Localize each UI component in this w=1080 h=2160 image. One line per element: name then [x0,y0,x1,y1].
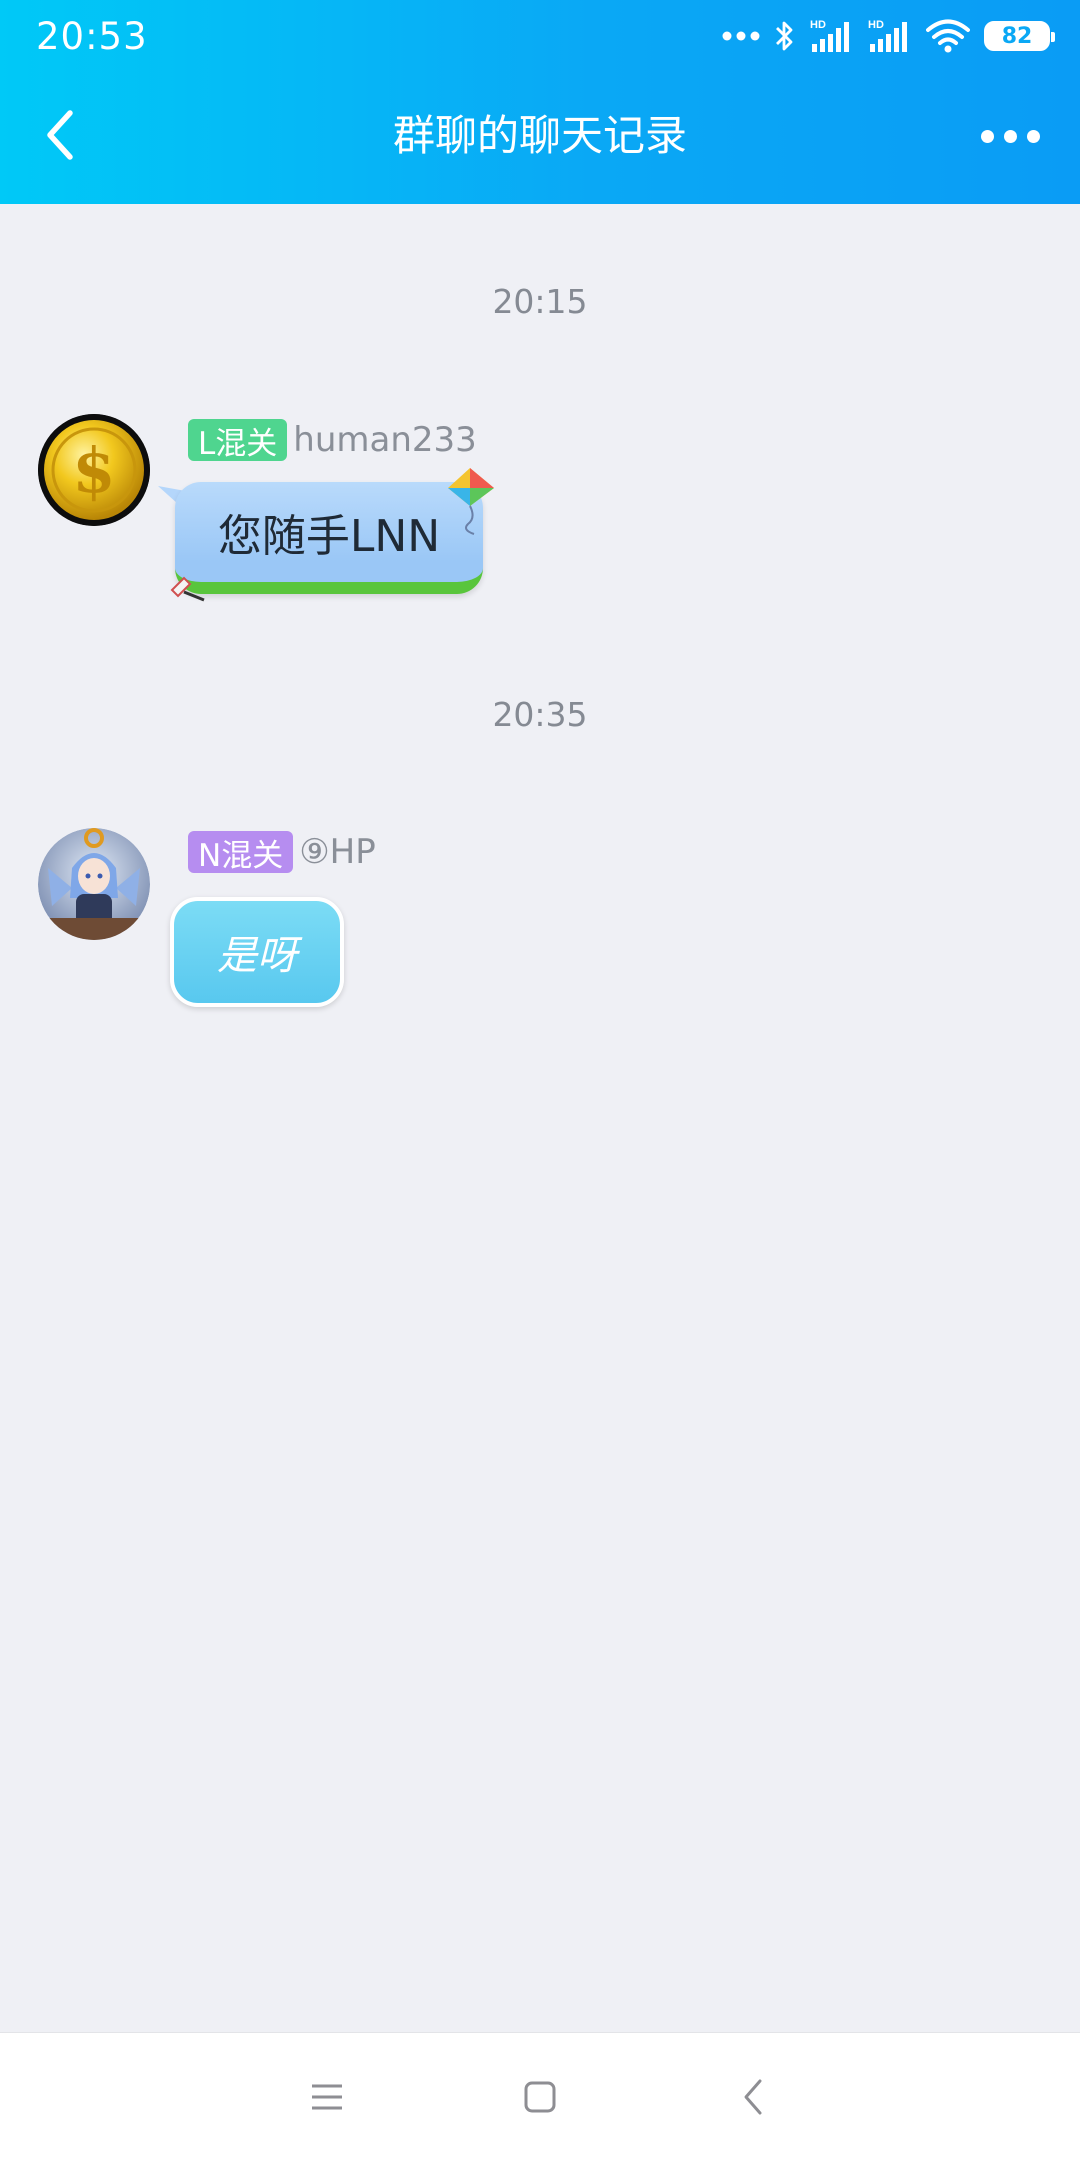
signal-hd-icon: HD [868,19,907,52]
message-bubble[interactable]: 您随手LNN [175,482,483,594]
message-text: 您随手LNN [217,511,441,562]
bluetooth-icon [776,21,793,51]
home-square-icon [524,2081,556,2112]
nav-back-button[interactable] [713,2057,793,2137]
message-text: 是呀 [217,933,297,979]
more-dot [1003,129,1017,143]
message-bubble[interactable]: 是呀 [170,897,344,1007]
message-timestamp: 20:35 [492,695,588,734]
sender-line: N混关 ⑨HP [188,830,376,874]
wifi-icon [926,19,970,53]
battery-level: 82 [1001,23,1033,49]
back-chevron-icon [744,2079,762,2114]
battery-icon: 82 [984,21,1055,51]
svg-text:HD: HD [868,19,884,31]
sender-name[interactable]: human233 [293,420,477,460]
status-icons: HD HD 82 [722,14,1055,58]
more-dot [1026,129,1040,143]
header-bar: 20:53 HD HD 82 群聊的聊天记录 [0,0,1080,204]
chat-history-screen: 20:53 HD HD 82 群聊的聊天记录 20:15 $ L混关 human… [0,0,1080,2160]
more-dot [980,129,994,143]
anime-girl-avatar [38,828,150,940]
more-options-button[interactable] [970,106,1050,166]
signal-hd-icon: HD [810,19,849,52]
sender-line: L混关 human233 [188,418,477,462]
menu-button[interactable] [287,2057,367,2137]
kite-icon [448,468,494,535]
member-badge: N混关 [188,831,294,874]
page-title: 群聊的聊天记录 [392,111,687,160]
message-timestamp: 20:15 [492,282,588,321]
avatar[interactable] [38,828,150,940]
system-nav-bar [0,2032,1080,2160]
gold-dollar-coin-avatar: $ [38,414,150,526]
svg-text:$: $ [72,434,115,507]
member-badge: L混关 [188,419,288,462]
home-button[interactable] [500,2057,580,2137]
status-time: 20:53 [36,15,148,58]
more-dots-icon [722,31,760,41]
avatar[interactable]: $ [38,414,150,526]
svg-text:HD: HD [810,19,826,31]
menu-icon [311,2084,342,2109]
sender-name[interactable]: ⑨HP [299,832,376,872]
ribbon-icon [170,576,205,602]
